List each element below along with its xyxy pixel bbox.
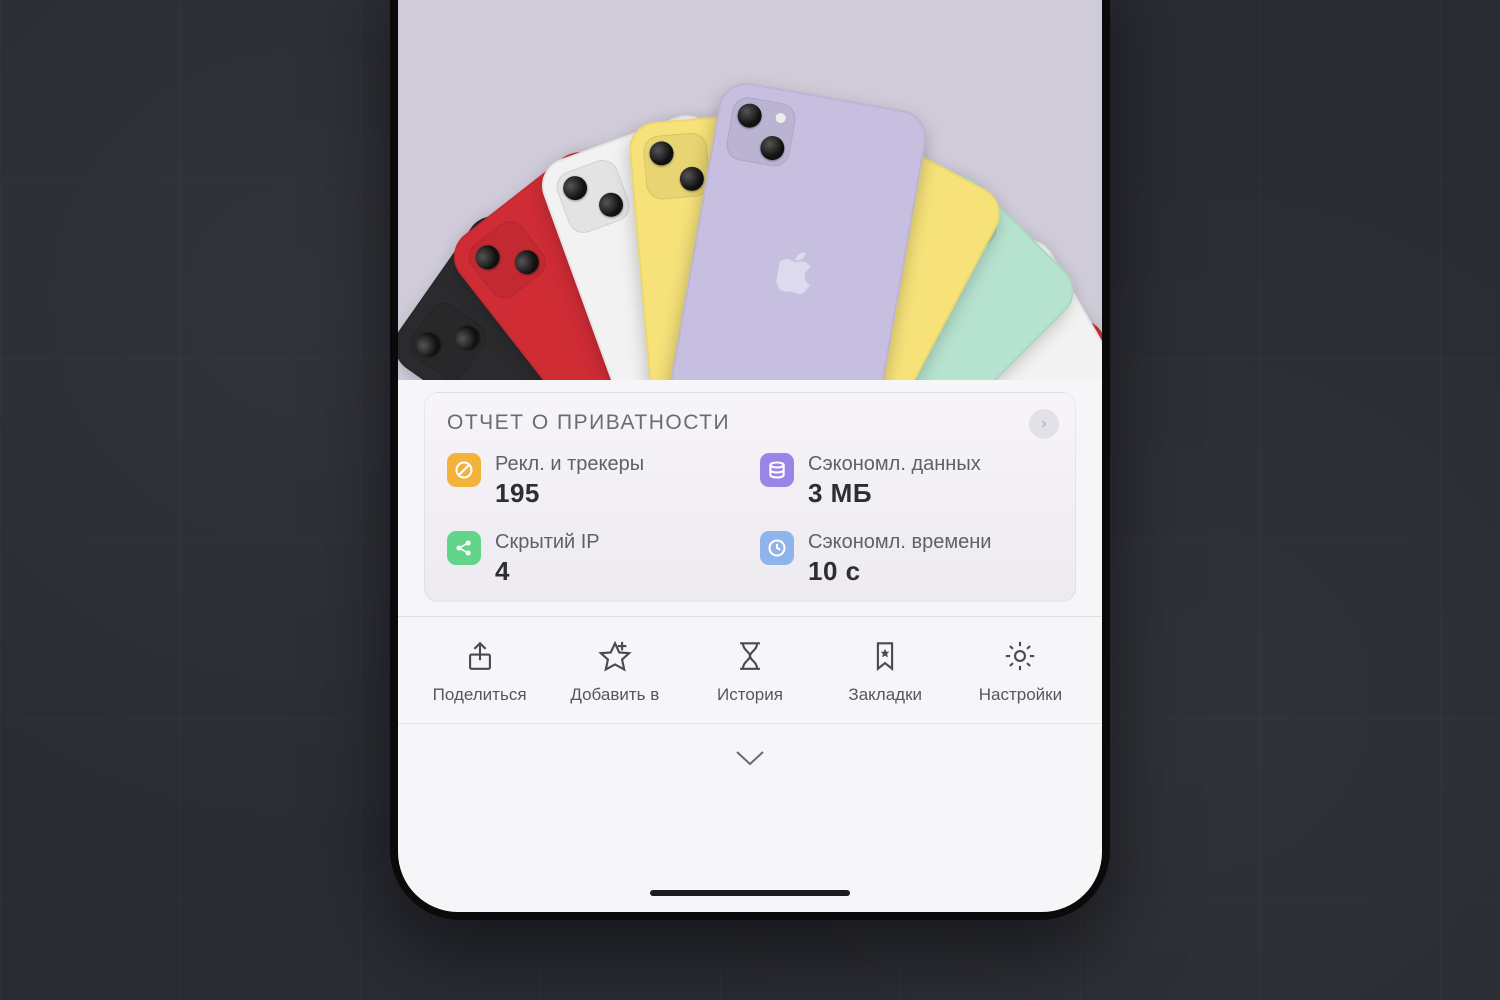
apple-logo-icon — [775, 248, 818, 296]
star-plus-icon — [598, 639, 632, 673]
stat-value: 195 — [495, 478, 644, 509]
stat-label: Скрытий IP — [495, 531, 600, 554]
data-icon — [760, 453, 794, 487]
chevron-right-icon[interactable] — [1029, 409, 1059, 439]
action-bar: Поделиться Добавить в История — [398, 616, 1102, 723]
home-indicator[interactable] — [650, 890, 850, 896]
phone-frame: ОТЧЕТ О ПРИВАТНОСТИ Рекл. и трекеры 195 — [390, 0, 1110, 1000]
share-icon — [463, 639, 497, 673]
stat-hidden-ip: Скрытий IP 4 — [447, 531, 740, 587]
history-button[interactable]: История — [682, 639, 817, 705]
action-label: Добавить в — [570, 685, 659, 705]
settings-button[interactable]: Настройки — [953, 639, 1088, 705]
gear-icon — [1003, 639, 1037, 673]
share-button[interactable]: Поделиться — [412, 639, 547, 705]
stat-value: 10 с — [808, 556, 991, 587]
stat-label: Сэкономл. времени — [808, 531, 991, 554]
stat-ads-trackers: Рекл. и трекеры 195 — [447, 453, 740, 509]
stat-time-saved: Сэкономл. времени 10 с — [760, 531, 1053, 587]
action-label: История — [717, 685, 783, 705]
close-panel-button[interactable] — [398, 723, 1102, 804]
stat-label: Рекл. и трекеры — [495, 453, 644, 476]
phone-screen: ОТЧЕТ О ПРИВАТНОСТИ Рекл. и трекеры 195 — [398, 0, 1102, 912]
action-label: Закладки — [848, 685, 922, 705]
block-icon — [447, 453, 481, 487]
stat-value: 3 МБ — [808, 478, 981, 509]
stat-label: Сэкономл. данных — [808, 453, 981, 476]
bookmarks-button[interactable]: Закладки — [818, 639, 953, 705]
action-label: Поделиться — [433, 685, 527, 705]
privacy-report-title: ОТЧЕТ О ПРИВАТНОСТИ — [447, 411, 1053, 435]
bookmark-star-icon — [868, 639, 902, 673]
stat-data-saved: Сэкономл. данных 3 МБ — [760, 453, 1053, 509]
stat-value: 4 — [495, 556, 600, 587]
share-nodes-icon — [447, 531, 481, 565]
action-label: Настройки — [979, 685, 1062, 705]
privacy-report-panel[interactable]: ОТЧЕТ О ПРИВАТНОСТИ Рекл. и трекеры 195 — [424, 392, 1076, 602]
hourglass-icon — [733, 639, 767, 673]
clock-icon — [760, 531, 794, 565]
phone-body: ОТЧЕТ О ПРИВАТНОСТИ Рекл. и трекеры 195 — [390, 0, 1110, 920]
hero-image — [398, 0, 1102, 380]
chevron-down-icon — [733, 748, 767, 768]
add-to-button[interactable]: Добавить в — [547, 639, 682, 705]
